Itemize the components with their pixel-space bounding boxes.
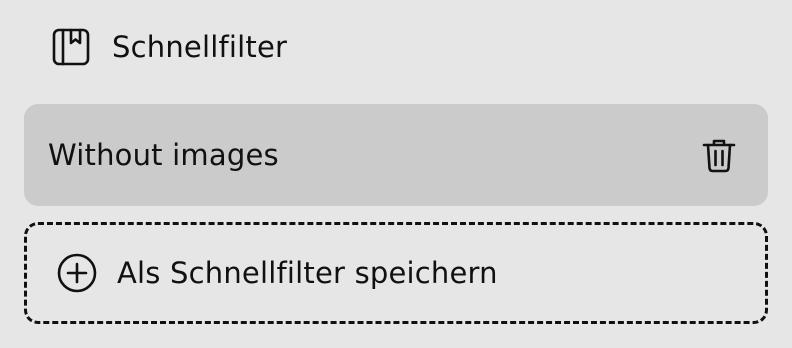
save-quick-filter-label: Als Schnellfilter speichern <box>117 256 498 290</box>
section-title: Schnellfilter <box>112 30 288 64</box>
save-quick-filter-button[interactable]: Als Schnellfilter speichern <box>24 222 768 324</box>
trash-icon[interactable] <box>698 134 740 176</box>
bookmark-book-icon <box>50 26 92 68</box>
quick-filter-item[interactable]: Without images <box>24 104 768 206</box>
quick-filter-label: Without images <box>48 138 279 172</box>
plus-circle-icon <box>55 251 99 295</box>
quick-filter-header: Schnellfilter <box>50 26 287 68</box>
